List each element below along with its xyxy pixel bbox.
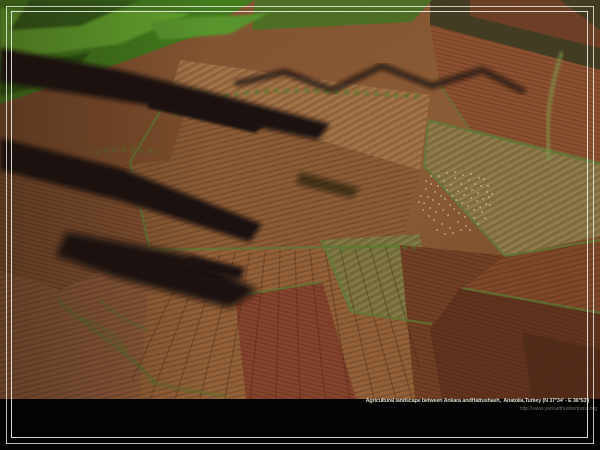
wallpaper-root: Agricultural landscape between Ankara an…: [0, 0, 600, 450]
film-grain: [0, 0, 600, 399]
caption: Agricultural landscape between Ankara an…: [366, 398, 589, 412]
aerial-photo: [0, 0, 600, 399]
caption-url: http://www.yannarthusbertrand.org: [366, 406, 597, 413]
caption-title: Agricultural landscape between Ankara an…: [366, 398, 589, 405]
